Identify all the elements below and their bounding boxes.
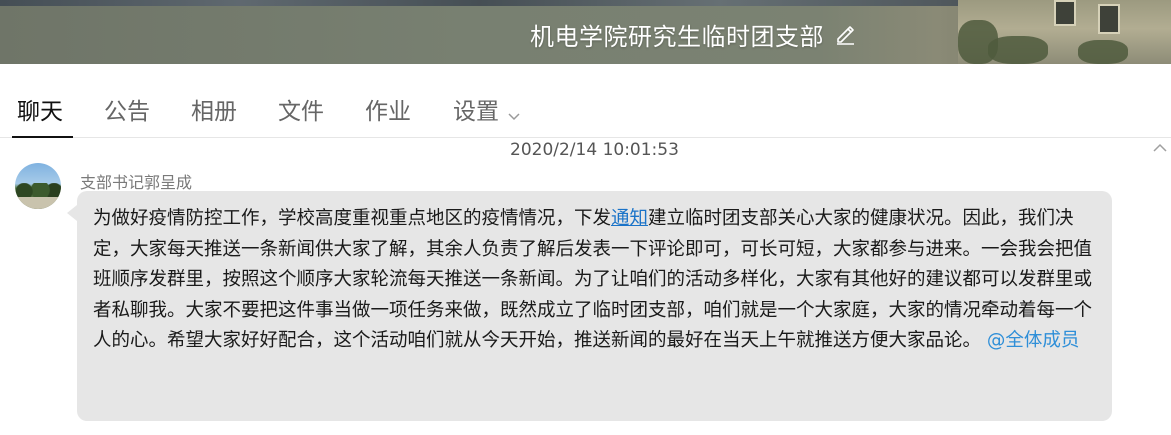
chevron-up-icon[interactable] [1152, 140, 1168, 154]
message-timestamp: 2020/2/14 10:01:53 [510, 140, 679, 160]
group-banner: 机电学院研究生临时团支部 [0, 0, 1171, 64]
message-link[interactable]: 通知 [611, 208, 648, 229]
avatar-ground [15, 197, 61, 209]
sender-name[interactable]: 支部书记郭呈成 [80, 169, 192, 193]
active-tab-indicator [12, 136, 73, 138]
tab-chat[interactable]: 聊天 [17, 92, 63, 126]
avatar[interactable] [15, 163, 61, 209]
group-name: 机电学院研究生临时团支部 [530, 22, 824, 51]
tab-bar: 聊天 公告 相册 文件 作业 设置 [0, 64, 1171, 138]
tab-homework[interactable]: 作业 [365, 92, 411, 126]
tab-settings-label: 设置 [453, 99, 499, 125]
banner-image-strip [0, 0, 960, 6]
mention-all-members[interactable]: @全体成员 [987, 330, 1080, 351]
group-title: 机电学院研究生临时团支部 [530, 18, 856, 51]
message-text-part1: 为做好疫情防控工作，学校高度重视重点地区的疫情情况，下发 [93, 208, 612, 229]
chevron-down-icon [507, 104, 521, 120]
message-bubble[interactable]: 为做好疫情防控工作，学校高度重视重点地区的疫情情况，下发通知建立临时团支部关心大… [67, 191, 1112, 421]
avatar-trees [15, 183, 61, 197]
message-text-part2: 建立临时团支部关心大家的健康状况。因此，我们决定，大家每天推送一条新闻供大家了解… [93, 208, 1093, 351]
tab-announcements[interactable]: 公告 [104, 92, 150, 126]
pencil-icon[interactable] [834, 23, 856, 45]
tab-files[interactable]: 文件 [278, 92, 324, 126]
banner-building-image [958, 0, 1171, 64]
tab-settings[interactable]: 设置 [453, 92, 521, 126]
tab-album[interactable]: 相册 [191, 92, 237, 126]
